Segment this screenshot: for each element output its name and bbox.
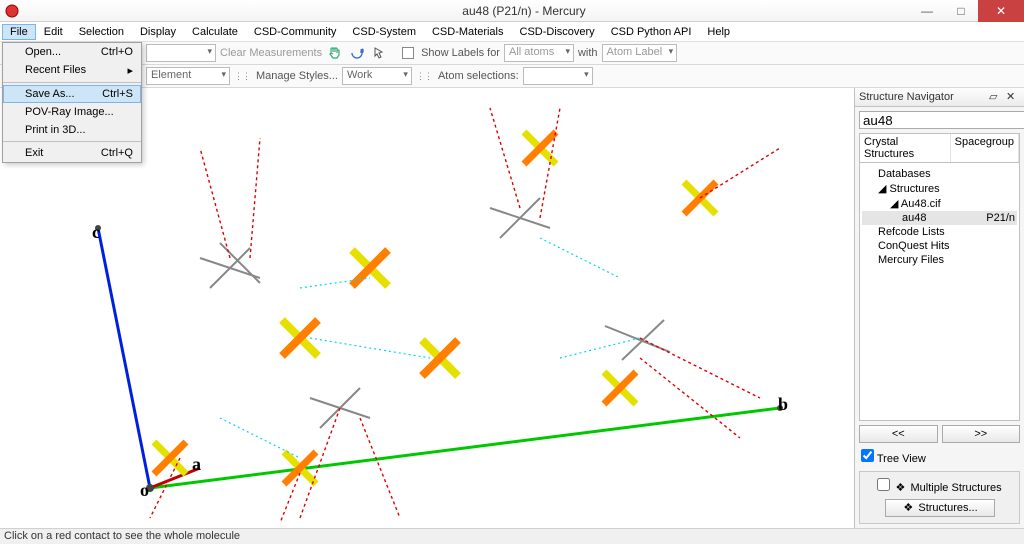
show-labels-label: Show Labels for (421, 47, 500, 59)
structures-button[interactable]: ❖ Structures... (885, 499, 995, 517)
menu-saveas-label: Save As... (25, 88, 75, 100)
color-by-combo[interactable]: Element (146, 67, 230, 85)
axis-a-label: a (192, 454, 201, 475)
menu-edit[interactable]: Edit (36, 24, 71, 40)
menu-calculate[interactable]: Calculate (184, 24, 246, 40)
structure-tree[interactable]: Databases ◢ Structures ◢ Au48.cif au48P2… (859, 163, 1020, 421)
tree-mercury-files[interactable]: Mercury Files (862, 253, 1017, 267)
col-crystal-structures[interactable]: Crystal Structures (860, 134, 951, 162)
menu-open-accel: Ctrl+O (101, 46, 133, 58)
tree-view-toggle[interactable]: Tree View (861, 453, 926, 465)
style-combo[interactable]: Work (342, 67, 412, 85)
submenu-arrow-icon: ▸ (127, 64, 133, 77)
menu-help[interactable]: Help (699, 24, 738, 40)
menu-recent-label: Recent Files (25, 64, 86, 77)
tree-conquest-hits[interactable]: ConQuest Hits (862, 239, 1017, 253)
menu-selection[interactable]: Selection (71, 24, 132, 40)
structures-icon: ❖ (901, 501, 915, 515)
menu-recent-files[interactable]: Recent Files ▸ (3, 61, 141, 80)
tree-databases[interactable]: Databases (862, 167, 1017, 181)
panel-controls: ▱ ✕ (989, 90, 1020, 104)
menu-csd-system[interactable]: CSD-System (344, 24, 424, 40)
status-text: Click on a red contact to see the whole … (4, 530, 240, 542)
next-structure-button[interactable]: >> (942, 425, 1021, 443)
menu-csd-community[interactable]: CSD-Community (246, 24, 345, 40)
with-label: with (578, 47, 598, 59)
menu-exit-accel: Ctrl+Q (101, 147, 133, 159)
menu-csd-python[interactable]: CSD Python API (603, 24, 700, 40)
rotate-tool-icon[interactable] (348, 44, 366, 62)
menu-print-3d[interactable]: Print in 3D... (3, 121, 141, 139)
tree-structures[interactable]: ◢ Structures (862, 181, 1017, 196)
menu-separator (3, 82, 141, 83)
app-icon (4, 3, 20, 19)
window-title: au48 (P21/n) - Mercury (24, 4, 1024, 18)
hand-tool-icon[interactable] (326, 44, 344, 62)
atom-selections-label: Atom selections: (438, 70, 519, 82)
menu-exit-label: Exit (25, 147, 43, 159)
select-tool-icon[interactable] (370, 44, 388, 62)
menu-open[interactable]: Open... Ctrl+O (3, 43, 141, 61)
axis-b-label: b (778, 394, 788, 415)
panel-titlebar: Structure Navigator ▱ ✕ (855, 88, 1024, 107)
toolbar-grip-icon: ⋮⋮ (416, 71, 432, 82)
col-spacegroup[interactable]: Spacegroup (951, 134, 1019, 162)
prev-structure-button[interactable]: << (859, 425, 938, 443)
menubar: File Edit Selection Display Calculate CS… (0, 22, 1024, 42)
menu-csd-discovery[interactable]: CSD-Discovery (512, 24, 603, 40)
menu-display[interactable]: Display (132, 24, 184, 40)
menu-print3d-label: Print in 3D... (25, 124, 86, 136)
axis-origin-label: o (140, 480, 149, 501)
column-headers: Crystal Structures Spacegroup (859, 133, 1020, 163)
close-panel-icon[interactable]: ✕ (1006, 90, 1020, 104)
tree-refcode-lists[interactable]: Refcode Lists (862, 225, 1017, 239)
structures-icon: ❖ (893, 481, 907, 495)
menu-save-as[interactable]: Save As... Ctrl+S (3, 85, 141, 103)
maximize-button[interactable]: □ (944, 0, 978, 22)
menu-csd-materials[interactable]: CSD-Materials (424, 24, 512, 40)
multiple-structures-label: Multiple Structures (911, 482, 1002, 494)
menu-exit[interactable]: Exit Ctrl+Q (3, 144, 141, 162)
toolbar-grip-icon: ⋮⋮ (234, 71, 250, 82)
tree-entry-au48[interactable]: au48P21/n (862, 211, 1017, 225)
titlebar: au48 (P21/n) - Mercury — □ ✕ (0, 0, 1024, 22)
status-bar: Click on a red contact to see the whole … (0, 528, 1024, 544)
toolbar-2: Element ⋮⋮ Manage Styles... Work ⋮⋮ Atom… (0, 65, 1024, 88)
multiple-structures-toggle[interactable]: ❖ Multiple Structures (877, 482, 1001, 494)
tree-view-label: Tree View (877, 453, 926, 465)
atom-selections-combo[interactable] (523, 67, 593, 85)
tree-view-checkbox[interactable] (861, 449, 874, 462)
close-button[interactable]: ✕ (978, 0, 1024, 22)
structure-navigator-panel: Structure Navigator ▱ ✕ Find Crystal Str… (854, 88, 1024, 528)
multiple-structures-checkbox[interactable] (877, 478, 890, 491)
show-labels-checkbox[interactable] (402, 47, 414, 59)
combo-generic[interactable] (146, 44, 216, 62)
menu-separator (3, 141, 141, 142)
tree-cif-file[interactable]: ◢ Au48.cif (862, 196, 1017, 211)
menu-open-label: Open... (25, 46, 61, 58)
minimize-button[interactable]: — (910, 0, 944, 22)
menu-file[interactable]: File (2, 24, 36, 40)
axis-c-label: c (92, 222, 100, 243)
panel-title: Structure Navigator (859, 91, 954, 103)
label-type-combo[interactable]: Atom Label (602, 44, 678, 62)
labels-target-combo[interactable]: All atoms (504, 44, 574, 62)
menu-povray[interactable]: POV-Ray Image... (3, 103, 141, 121)
search-input[interactable] (859, 111, 1024, 129)
clear-measurements-button[interactable]: Clear Measurements (220, 47, 322, 59)
manage-styles-button[interactable]: Manage Styles... (256, 70, 338, 82)
undock-icon[interactable]: ▱ (989, 90, 1003, 104)
file-menu-dropdown: Open... Ctrl+O Recent Files ▸ Save As... Ct… (2, 42, 142, 163)
menu-saveas-accel: Ctrl+S (102, 88, 133, 100)
menu-povray-label: POV-Ray Image... (25, 106, 114, 118)
toolbar-1: Clear Measurements Show Labels for All a… (0, 42, 1024, 65)
